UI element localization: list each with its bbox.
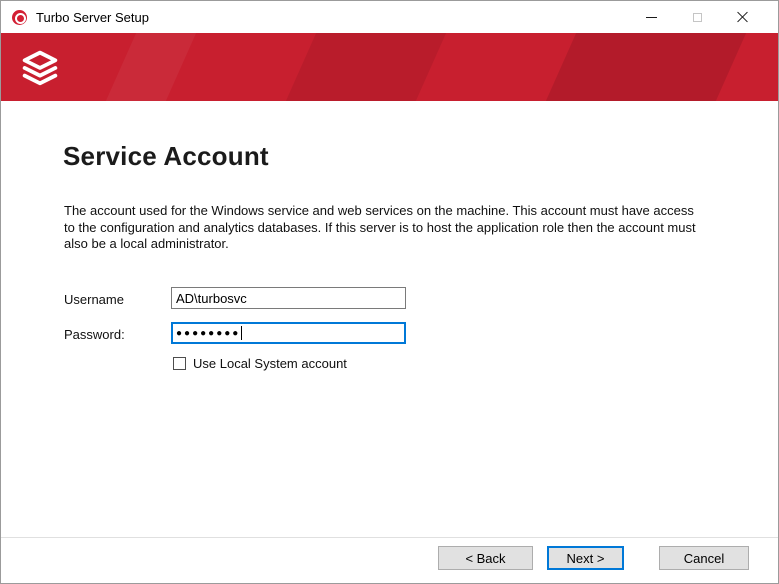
username-label: Username — [64, 292, 124, 307]
title-bar[interactable]: Turbo Server Setup — [1, 1, 778, 33]
local-system-checkbox[interactable] — [173, 357, 186, 370]
window-title: Turbo Server Setup — [36, 10, 149, 25]
local-system-checkbox-row[interactable]: Use Local System account — [173, 356, 347, 371]
minimize-icon — [646, 17, 657, 18]
maximize-icon — [693, 13, 702, 22]
password-label: Password: — [64, 327, 125, 342]
installer-window: Turbo Server Setup Service Account The a… — [0, 0, 779, 584]
cancel-button[interactable]: Cancel — [659, 546, 749, 570]
footer-divider — [1, 537, 778, 538]
username-field[interactable] — [171, 287, 406, 309]
local-system-checkbox-label: Use Local System account — [193, 356, 347, 371]
page-description: The account used for the Windows service… — [64, 203, 696, 253]
banner-diagonal-decoration — [101, 33, 200, 101]
password-masked-value: ●●●●●●●● — [176, 328, 240, 339]
password-field[interactable]: ●●●●●●●● — [171, 322, 406, 344]
banner-diagonal-decoration — [541, 33, 750, 101]
banner-diagonal-decoration — [281, 33, 450, 101]
page-title: Service Account — [63, 141, 269, 172]
close-button[interactable] — [720, 1, 766, 33]
minimize-button[interactable] — [628, 1, 674, 33]
back-button[interactable]: < Back — [438, 546, 533, 570]
dialog-content: Service Account The account used for the… — [1, 101, 778, 583]
text-caret — [241, 326, 242, 340]
window-controls — [628, 1, 766, 33]
close-icon — [737, 11, 749, 23]
maximize-button[interactable] — [674, 1, 720, 33]
header-banner — [1, 33, 778, 101]
next-button[interactable]: Next > — [547, 546, 624, 570]
turbo-layers-logo-icon — [17, 44, 63, 90]
app-logo-icon — [12, 10, 27, 25]
